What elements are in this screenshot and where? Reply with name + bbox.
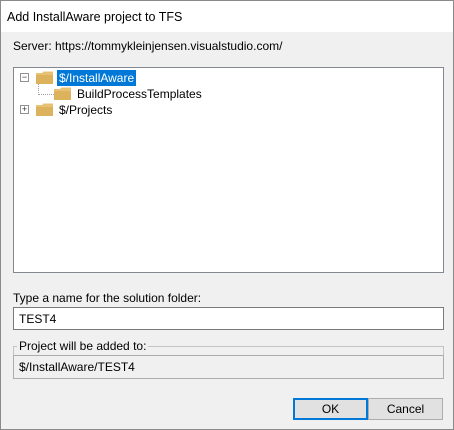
folder-tree[interactable]: − $/InstallAware BuildProcessTemplates + bbox=[13, 67, 444, 273]
folder-icon bbox=[54, 87, 72, 101]
title-bar[interactable]: Add InstallAware project to TFS bbox=[1, 1, 453, 32]
tree-node-label: BuildProcessTemplates bbox=[77, 87, 202, 101]
ok-button[interactable]: OK bbox=[293, 398, 368, 420]
tree-node-projects[interactable]: + $/Projects bbox=[14, 102, 214, 119]
folder-icon bbox=[36, 103, 54, 117]
window-title: Add InstallAware project to TFS bbox=[7, 9, 183, 24]
tree-node-installaware[interactable]: − $/InstallAware bbox=[14, 69, 214, 87]
minus-box-icon[interactable]: − bbox=[20, 73, 29, 82]
tree-node-label: $/Projects bbox=[59, 103, 113, 117]
tree-node-buildprocesstemplates[interactable]: BuildProcessTemplates bbox=[14, 86, 234, 103]
solution-folder-label: Type a name for the solution folder: bbox=[13, 291, 202, 305]
folder-icon bbox=[36, 71, 54, 85]
target-label: Project will be added to: bbox=[17, 339, 149, 353]
plus-box-icon[interactable]: + bbox=[20, 105, 29, 114]
cancel-button[interactable]: Cancel bbox=[368, 398, 443, 420]
target-path-field: $/InstallAware/TEST4 bbox=[13, 355, 444, 379]
server-label: Server: https://tommykleinjensen.visuals… bbox=[13, 39, 283, 53]
tree-node-label: $/InstallAware bbox=[55, 69, 138, 87]
dialog-window: Add InstallAware project to TFS Server: … bbox=[0, 0, 454, 430]
solution-folder-input[interactable] bbox=[13, 307, 444, 330]
